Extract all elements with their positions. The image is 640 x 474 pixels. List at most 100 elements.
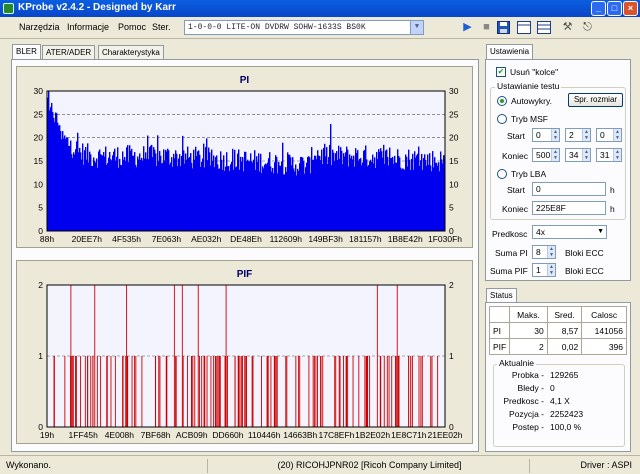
lba-start-input[interactable]: 0 <box>532 182 606 196</box>
status-row-pi: PI 30 8,57 141056 <box>488 322 627 339</box>
title-bar: KProbe v2.4.2 - Designed by Karr _ □ × <box>0 0 640 17</box>
pi-xtick: 149BF3h <box>308 234 343 244</box>
lba-end-label: Koniec <box>502 204 528 214</box>
autowykry-label: Autowykry. <box>511 96 552 106</box>
pif-xtick: 1E8C71h <box>391 430 427 440</box>
predkosc-label: Predkosc <box>492 229 528 239</box>
drive-select[interactable]: 1-0-0-0 LITE-ON DVDRW SOHW-1633S BS0K ▼ <box>184 20 424 35</box>
spr-rozmiar-button[interactable]: Spr. rozmiar <box>568 93 623 107</box>
pi-chart-box: PI 0 0 5 5 10 10 15 15 20 20 25 25 30 30 88h 20EE7h 4F53… <box>16 66 473 248</box>
menu-pomoc[interactable]: Pomoc <box>118 22 146 32</box>
usun-kolce-label: Usuń "kolce" <box>510 67 559 77</box>
status-right: Driver : ASPI <box>580 460 632 470</box>
menu-narzedzia[interactable]: Narzędzia <box>19 22 60 32</box>
msf-start-min-input[interactable]: 0 ▲ ▼ <box>532 128 560 142</box>
pif-xtick: DD660h <box>212 430 243 440</box>
pif-ytick-left: 2 <box>38 280 43 290</box>
col-maks: Maks. <box>509 306 548 323</box>
chevron-down-icon[interactable]: ▼ <box>597 226 604 238</box>
tab-ustawienia-wrap: Ustawienia <box>486 44 548 60</box>
autowykry-radio[interactable] <box>497 96 507 106</box>
status-panel: Maks. Sred. Calosc PI 30 8,57 141056 PIF… <box>485 302 631 452</box>
status-header-row: Maks. Sred. Calosc <box>488 306 627 323</box>
bler-panel: PI 0 0 5 5 10 10 15 15 20 20 25 25 30 30 88h 20EE7h 4F53… <box>11 59 479 452</box>
msf-start-label: Start <box>507 131 525 141</box>
pi-chart: 0 05 510 1015 1520 2025 2530 3088h 20EE7h 4F535h 7… <box>34 86 463 244</box>
pi-ytick-right: 20 <box>449 133 459 143</box>
pi-xtick: 1F030Fh <box>428 234 462 244</box>
pif-ytick-right: 2 <box>449 280 454 290</box>
app-icon <box>3 3 14 14</box>
status-left: Wykonano. <box>2 459 208 473</box>
pif-xtick: 110446h <box>248 430 281 440</box>
close-button[interactable]: × <box>623 1 638 16</box>
msf-start-frame-input[interactable]: 0 ▲ ▼ <box>596 128 622 142</box>
msf-end-frame-input[interactable]: 31 ▲ ▼ <box>596 148 622 162</box>
suma-pif-unit: Bloki ECC <box>565 266 604 276</box>
pif-chart: 0 01 12 219h 1FF45h 4E008h 7BF68h ACB09h DD660h 1… <box>38 280 462 440</box>
suma-pi-input[interactable]: 8 ▲ ▼ <box>532 245 556 259</box>
tryb-lba-radio[interactable] <box>497 169 507 179</box>
pif-xtick: 17C8EFh <box>318 430 354 440</box>
pi-ytick-right: 25 <box>449 109 459 119</box>
pif-xtick: 1FF45h <box>69 430 99 440</box>
lba-end-input[interactable]: 225E8F <box>532 201 606 215</box>
predkosc-status-label: Predkosc - <box>503 396 544 406</box>
tab-ater-ader[interactable]: ATER/ADER <box>42 45 96 60</box>
suma-pif-input[interactable]: 1 ▲ ▼ <box>532 263 556 277</box>
menu-informacje[interactable]: Informacje <box>67 22 109 32</box>
pif-xtick: 19h <box>40 430 54 440</box>
pif-ytick-left: 1 <box>38 351 43 361</box>
probka-label: Probka - <box>511 370 544 380</box>
pif-xtick: 1B2E02h <box>355 430 390 440</box>
pi-xtick: 4F535h <box>112 234 141 244</box>
pif-xtick: ACB09h <box>176 430 208 440</box>
tab-charakterystyka[interactable]: Charakterystyka <box>98 45 164 60</box>
pi-xtick: 7E063h <box>152 234 182 244</box>
pi-ytick-left: 30 <box>34 86 44 96</box>
predkosc-select-value: 4x <box>536 227 545 237</box>
col-sred: Sred. <box>546 306 583 323</box>
aktualnie-label: Aktualnie <box>497 358 536 368</box>
probka-value: 129265 <box>550 370 579 380</box>
test-settings-label: Ustawianie testu <box>495 81 562 91</box>
play-icon[interactable]: ▶ <box>460 20 475 35</box>
tab-ustawienia[interactable]: Ustawienia <box>486 44 534 60</box>
pozycja-label: Pozycja - <box>509 409 544 419</box>
pi-xtick: 88h <box>40 234 54 244</box>
tryb-msf-label: Tryb MSF <box>511 114 548 124</box>
suma-pi-unit: Bloki ECC <box>565 248 604 258</box>
col-calosc: Calosc <box>581 306 627 323</box>
usun-kolce-checkbox[interactable]: ✔ <box>496 67 506 77</box>
layout-one-icon[interactable] <box>516 20 531 35</box>
pi-ytick-right: 30 <box>449 86 459 96</box>
tryb-lba-label: Tryb LBA <box>511 169 547 179</box>
tab-status-wrap: Status <box>486 288 520 304</box>
msf-start-sec-input[interactable]: 2 ▲ ▼ <box>565 128 591 142</box>
predkosc-status-value: 4,1 X <box>550 396 570 406</box>
tab-bler[interactable]: BLER <box>12 44 41 60</box>
pi-xtick: 1B8E42h <box>388 234 423 244</box>
status-bar: Wykonano. (20) RICOHJPNR02 [Ricoh Compan… <box>0 455 640 474</box>
exit-icon[interactable]: ⎋ <box>580 20 595 35</box>
predkosc-select[interactable]: 4x ▼ <box>532 225 607 239</box>
maximize-button[interactable]: □ <box>607 1 622 16</box>
menu-ster[interactable]: Ster. <box>152 22 171 32</box>
stop-icon[interactable]: ■ <box>479 20 494 35</box>
pi-xtick: AE032h <box>191 234 222 244</box>
tools-icon[interactable]: ⚒ <box>560 20 575 35</box>
pi-ytick-right: 15 <box>449 156 459 166</box>
layout-two-icon[interactable] <box>536 20 551 35</box>
msf-end-min-input[interactable]: 500 ▲ ▼ <box>532 148 560 162</box>
save-icon[interactable] <box>496 20 511 35</box>
pi-ytick-left: 5 <box>38 203 43 213</box>
drive-select-value: 1-0-0-0 LITE-ON DVDRW SOHW-1633S BS0K <box>188 23 366 32</box>
tryb-msf-radio[interactable] <box>497 114 507 124</box>
minimize-button[interactable]: _ <box>591 1 606 16</box>
pi-ytick-right: 10 <box>449 179 459 189</box>
lba-start-unit: h <box>610 185 615 195</box>
msf-end-sec-input[interactable]: 34 ▲ ▼ <box>565 148 591 162</box>
pi-ytick-left: 20 <box>34 133 44 143</box>
chevron-down-icon[interactable]: ▼ <box>410 21 423 34</box>
pi-xtick: 112609h <box>270 234 303 244</box>
